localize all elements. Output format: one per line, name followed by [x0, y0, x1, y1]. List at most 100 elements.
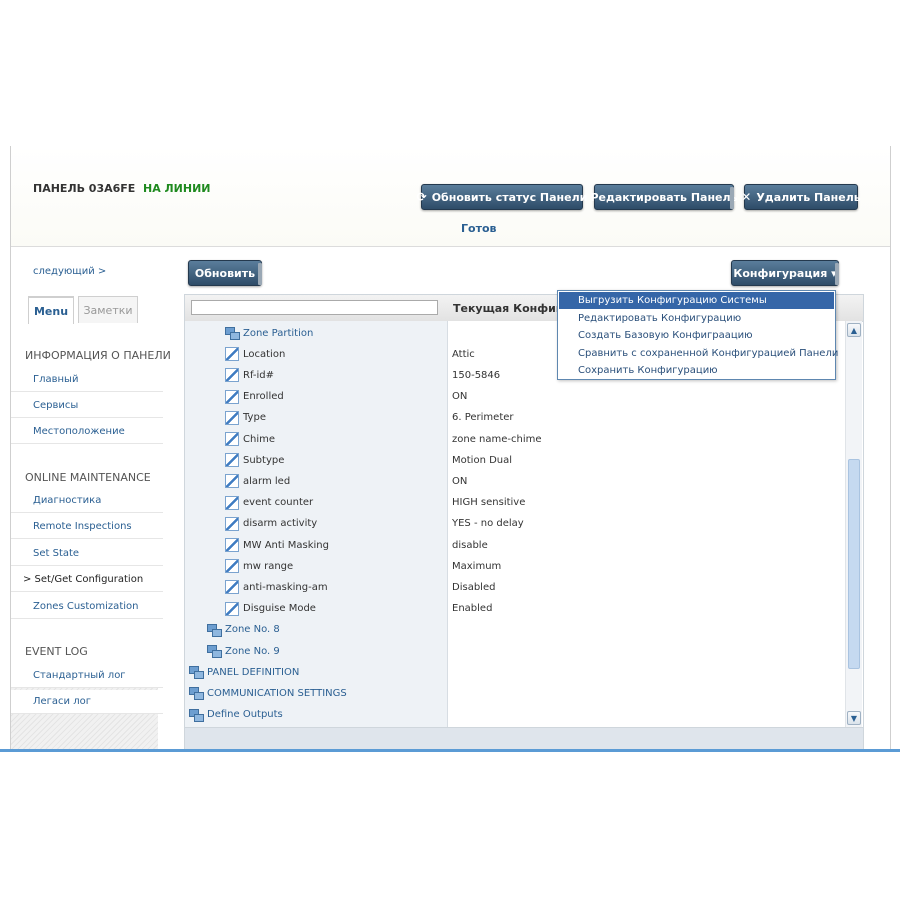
- app-window: ПАНЕЛЬ 03A6FE НА ЛИНИИ ⟳ Обновить статус…: [10, 146, 891, 750]
- tree-node[interactable]: Zone No. 8: [207, 620, 280, 640]
- tree-label: event counter: [243, 497, 314, 509]
- sidebar-item-legacy-log[interactable]: Легаси лог: [11, 690, 163, 714]
- tree-folder-icon: [207, 645, 222, 658]
- close-icon: ✕: [741, 190, 752, 204]
- sidebar-item-location[interactable]: Местоположение: [11, 420, 163, 444]
- tree-node[interactable]: Zone Partition: [225, 323, 313, 343]
- config-menu-item[interactable]: Создать Базовую Конфиграацию: [559, 327, 834, 344]
- tree-label: Zone Partition: [243, 327, 314, 339]
- tree-folder-icon: [189, 687, 204, 701]
- sidebar-item-diagnostics[interactable]: Диагностика: [11, 489, 163, 513]
- tree-node[interactable]: Zone No. 9: [207, 641, 280, 661]
- config-value: YES - no delay: [452, 518, 524, 530]
- tree-label: Enrolled: [243, 391, 284, 403]
- tree-label: Subtype: [243, 454, 285, 466]
- tree-label: PANEL DEFINITION: [207, 666, 300, 678]
- edit-icon: [225, 389, 239, 404]
- config-menu-item[interactable]: Редактировать Конфигурацию: [559, 310, 834, 327]
- config-value: 150-5846: [452, 369, 501, 381]
- tree-leaf[interactable]: Type: [225, 408, 266, 428]
- refresh-status-label: Обновить статус Панели: [431, 190, 588, 204]
- tree-node[interactable]: COMMUNICATION SETTINGS: [189, 683, 347, 703]
- tree-leaf[interactable]: Enrolled: [225, 387, 284, 407]
- tab-notes[interactable]: Заметки: [78, 296, 138, 323]
- tree-label: Location: [243, 348, 286, 360]
- config-value: zone name-chime: [452, 433, 542, 445]
- config-value: Maximum: [452, 560, 502, 572]
- tree-column: Zone Partition Location Rf-id# Enrolled Type…: [185, 321, 448, 727]
- edit-panel-button[interactable]: Редактировать Панель: [590, 184, 738, 210]
- sidebar-item-set-get-configuration[interactable]: > Set/Get Configuration: [11, 568, 163, 592]
- tree-leaf[interactable]: Subtype: [225, 450, 284, 470]
- tree-leaf[interactable]: Disguise Mode: [225, 599, 316, 619]
- tab-menu[interactable]: Menu: [28, 296, 74, 324]
- sidebar-item-services[interactable]: Сервисы: [11, 394, 163, 418]
- tree-label: alarm led: [243, 475, 291, 487]
- config-value: ON: [452, 391, 468, 403]
- config-menu-item[interactable]: Сравнить с сохраненной Конфигурацией Пан…: [559, 345, 838, 362]
- configuration-menu: Выгрузить Конфигурацию Системы Редактиров…: [557, 290, 838, 380]
- config-value: 6. Perimeter: [452, 412, 514, 424]
- sidebar-item-main[interactable]: Главный: [11, 368, 163, 392]
- tree-label: Define Outputs: [207, 709, 283, 721]
- sidebar-item-set-state[interactable]: Set State: [11, 542, 163, 566]
- panel-name: ПАНЕЛЬ 03A6FE: [33, 182, 136, 195]
- tree-leaf[interactable]: anti-masking-am: [225, 577, 328, 597]
- edit-icon: [225, 495, 239, 510]
- tree-leaf[interactable]: MW Anti Masking: [225, 535, 329, 555]
- edit-icon: [225, 516, 239, 531]
- sidebar-item-zones-customization[interactable]: Zones Customization: [11, 595, 163, 619]
- edit-icon: [225, 410, 239, 425]
- scroll-up-icon[interactable]: ▲: [847, 323, 861, 337]
- tree-folder-icon: [189, 666, 204, 680]
- configuration-button[interactable]: Конфигурация ▾: [731, 260, 839, 286]
- refresh-status-button[interactable]: ⟳ Обновить статус Панели: [417, 184, 587, 210]
- tree-label: anti-masking-am: [243, 581, 328, 593]
- sidebar-item-standard-log[interactable]: Стандартный лог: [11, 664, 163, 688]
- panel-status: НА ЛИНИИ: [143, 182, 211, 195]
- tree-leaf[interactable]: disarm activity: [225, 514, 317, 534]
- value-column: Attic 150-5846 ON 6. Perimeter zone name-chi…: [448, 321, 845, 727]
- tree-node[interactable]: PANEL DEFINITION: [189, 662, 299, 682]
- tree-label: Chime: [243, 433, 275, 445]
- config-value: HIGH sensitive: [452, 497, 526, 509]
- tree-label: mw range: [243, 560, 294, 572]
- edit-icon: [225, 559, 239, 574]
- tree-leaf[interactable]: alarm led: [225, 471, 290, 491]
- tree-leaf[interactable]: Rf-id#: [225, 365, 274, 385]
- config-value: Motion Dual: [452, 454, 513, 466]
- edit-icon: [225, 601, 239, 616]
- grid-footer: [185, 727, 863, 750]
- delete-panel-button[interactable]: ✕ Удалить Панель: [741, 184, 861, 210]
- tree-label: Rf-id#: [243, 369, 275, 381]
- tree-folder-icon: [189, 708, 204, 722]
- config-menu-item[interactable]: Выгрузить Конфигурацию Системы: [559, 292, 834, 309]
- edit-icon: [225, 474, 239, 489]
- refresh-icon: ⟳: [416, 190, 427, 204]
- config-value: Attic: [452, 348, 475, 360]
- edit-icon: [225, 453, 239, 468]
- configuration-label: Конфигурация ▾: [733, 266, 837, 280]
- scroll-down-icon[interactable]: ▼: [847, 711, 861, 725]
- next-link[interactable]: следующий >: [33, 266, 106, 277]
- sidebar-item-remote-inspections[interactable]: Remote Inspections: [11, 515, 163, 539]
- vertical-scrollbar[interactable]: ▲ ▼: [845, 321, 862, 727]
- section-panel-info: ИНФОРМАЦИЯ О ПАНЕЛИ: [25, 349, 171, 362]
- tree-leaf[interactable]: mw range: [225, 556, 293, 576]
- delete-panel-label: Удалить Панель: [756, 190, 861, 204]
- update-button[interactable]: Обновить: [188, 260, 262, 286]
- tree-label: disarm activity: [243, 518, 318, 530]
- filter-input[interactable]: [191, 300, 438, 315]
- config-menu-item[interactable]: Сохранить Конфигурацию: [559, 362, 834, 379]
- scroll-thumb[interactable]: [848, 459, 860, 669]
- edit-icon: [225, 347, 239, 362]
- tree-leaf[interactable]: Location: [225, 344, 285, 364]
- tree-leaf[interactable]: Chime: [225, 429, 275, 449]
- tree-label: MW Anti Masking: [243, 539, 329, 551]
- status-text: Готов: [461, 222, 497, 235]
- section-online-maintenance: ONLINE MAINTENANCE: [25, 471, 151, 484]
- tree-leaf[interactable]: event counter: [225, 493, 313, 513]
- tree-node[interactable]: Define Outputs: [189, 705, 283, 725]
- bottom-border: [0, 749, 900, 752]
- tree-label: Zone No. 9: [225, 645, 280, 657]
